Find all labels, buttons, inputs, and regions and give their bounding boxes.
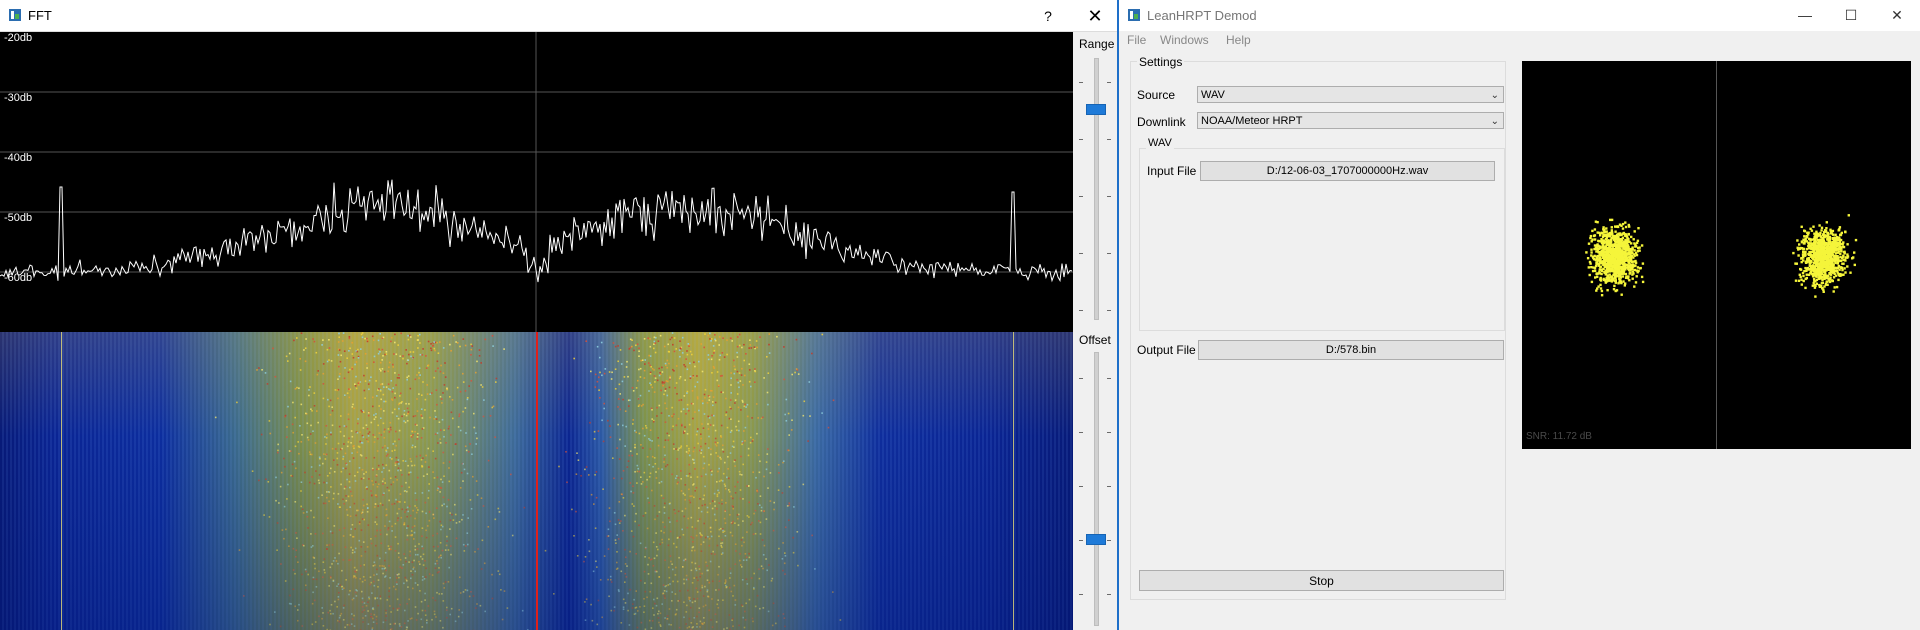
menu-file[interactable]: File xyxy=(1127,33,1146,47)
settings-group-title: Settings xyxy=(1137,55,1185,69)
db-label-minus60: -60db xyxy=(4,272,33,284)
db-label-minus30: -30db xyxy=(4,92,33,104)
downlink-select-value: NOAA/Meteor HRPT xyxy=(1201,115,1303,127)
range-slider-track[interactable] xyxy=(1094,58,1099,320)
stop-button[interactable]: Stop xyxy=(1139,570,1504,591)
menu-windows[interactable]: Windows xyxy=(1160,33,1209,47)
wav-group-title: WAV xyxy=(1146,137,1174,149)
spectrum-plot[interactable]: -20db -30db -40db -50db -60db xyxy=(0,32,1073,332)
menu-help[interactable]: Help xyxy=(1226,33,1251,47)
fft-window: FFT ? ✕ -20db -30db -40db -50db -60db Ra… xyxy=(0,0,1117,630)
maximize-button[interactable]: ☐ xyxy=(1828,0,1874,31)
waterfall-center-marker xyxy=(536,332,538,630)
app-icon xyxy=(1128,9,1140,21)
constellation-divider xyxy=(1716,61,1717,449)
menu-bar: File Windows Help xyxy=(1119,31,1920,51)
chevron-down-icon: ⌄ xyxy=(1490,90,1499,101)
waterfall-carrier-line xyxy=(1013,332,1014,630)
db-label-minus50: -50db xyxy=(4,212,33,224)
leanhrpt-titlebar[interactable]: LeanHRPT Demod — ☐ ✕ xyxy=(1119,0,1920,31)
close-button[interactable]: ✕ xyxy=(1874,0,1920,31)
source-select[interactable]: WAV ⌄ xyxy=(1197,86,1504,103)
fft-slider-panel: Range Offset xyxy=(1073,32,1117,630)
leanhrpt-window: LeanHRPT Demod — ☐ ✕ File Windows Help S… xyxy=(1119,0,1920,630)
app-icon xyxy=(9,9,21,21)
db-label-minus40: -40db xyxy=(4,152,33,164)
minimize-button[interactable]: — xyxy=(1782,0,1828,31)
input-file-field[interactable]: D:/12-06-03_1707000000Hz.wav xyxy=(1200,161,1495,181)
chevron-down-icon: ⌄ xyxy=(1490,116,1499,127)
fft-window-title: FFT xyxy=(28,8,52,23)
offset-label: Offset xyxy=(1079,333,1111,347)
constellation-display: SNR: 11.72 dB xyxy=(1522,61,1911,449)
output-file-label: Output File xyxy=(1137,343,1196,357)
spectrum-trace xyxy=(0,32,1073,332)
source-label: Source xyxy=(1137,88,1176,102)
range-label: Range xyxy=(1079,37,1115,51)
offset-slider-handle[interactable] xyxy=(1086,534,1106,545)
source-select-value: WAV xyxy=(1201,89,1225,101)
offset-slider-track[interactable] xyxy=(1094,352,1099,626)
range-slider-handle[interactable] xyxy=(1086,104,1106,115)
leanhrpt-window-title: LeanHRPT Demod xyxy=(1147,8,1257,23)
waterfall-display[interactable] xyxy=(0,332,1073,630)
fft-titlebar[interactable]: FFT ? ✕ xyxy=(0,0,1117,32)
downlink-select[interactable]: NOAA/Meteor HRPT ⌄ xyxy=(1197,112,1504,129)
output-file-field[interactable]: D:/578.bin xyxy=(1198,340,1504,360)
help-button[interactable]: ? xyxy=(1038,6,1058,26)
waterfall-carrier-line xyxy=(61,332,62,630)
snr-readout: SNR: 11.72 dB xyxy=(1526,431,1592,442)
input-file-label: Input File xyxy=(1147,164,1197,178)
downlink-label: Downlink xyxy=(1137,115,1186,129)
fft-close-button[interactable]: ✕ xyxy=(1082,4,1108,28)
db-label-minus20: -20db xyxy=(4,32,33,44)
